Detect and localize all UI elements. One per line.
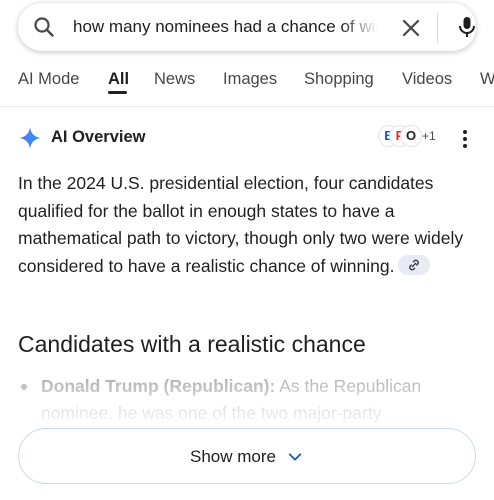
show-more-button[interactable]: Show more xyxy=(18,428,476,484)
tab-videos[interactable]: Videos xyxy=(402,70,452,89)
source-badge[interactable]: O xyxy=(400,125,422,147)
search-input[interactable]: how many nominees had a chance of winnin… xyxy=(73,17,378,39)
overview-paragraph-text: In the 2024 U.S. presidential election, … xyxy=(18,173,464,276)
tab-all[interactable]: All xyxy=(108,70,129,89)
link-icon xyxy=(409,259,420,271)
source-badges[interactable]: B P O +1 xyxy=(378,125,438,151)
tabs-divider xyxy=(0,106,494,107)
more-options-icon[interactable] xyxy=(458,128,472,150)
search-icon[interactable] xyxy=(32,15,56,39)
bullet-dot xyxy=(21,384,27,390)
source-more-count[interactable]: +1 xyxy=(422,129,436,143)
overview-paragraph: In the 2024 U.S. presidential election, … xyxy=(18,170,478,280)
active-tab-indicator xyxy=(108,91,127,94)
mic-icon[interactable] xyxy=(455,15,479,39)
tab-images[interactable]: Images xyxy=(223,70,277,89)
show-more-label: Show more xyxy=(190,447,276,466)
ai-overview-title: AI Overview xyxy=(51,128,146,146)
list-item: Donald Trump (Republican): As the Republ… xyxy=(41,373,478,427)
bullet-bold: Donald Trump (Republican): xyxy=(41,376,276,396)
tab-news[interactable]: News xyxy=(154,70,195,89)
sparkle-icon xyxy=(19,127,41,149)
tab-ai-mode[interactable]: AI Mode xyxy=(18,70,79,89)
close-icon[interactable] xyxy=(399,16,423,40)
chevron-down-icon xyxy=(288,453,302,461)
tab-shopping[interactable]: Shopping xyxy=(304,70,374,89)
link-chip[interactable] xyxy=(398,254,431,275)
bullet-list: Donald Trump (Republican): As the Republ… xyxy=(18,373,478,433)
search-tabs: AI Mode All News Images Shopping Videos … xyxy=(0,60,494,106)
section-heading: Candidates with a realistic chance xyxy=(18,331,366,357)
ai-overview-header: AI Overview B P O +1 xyxy=(0,120,494,156)
search-divider xyxy=(437,13,438,43)
search-bar[interactable]: how many nominees had a chance of winnin… xyxy=(18,3,476,51)
tab-more[interactable]: W xyxy=(480,70,494,89)
